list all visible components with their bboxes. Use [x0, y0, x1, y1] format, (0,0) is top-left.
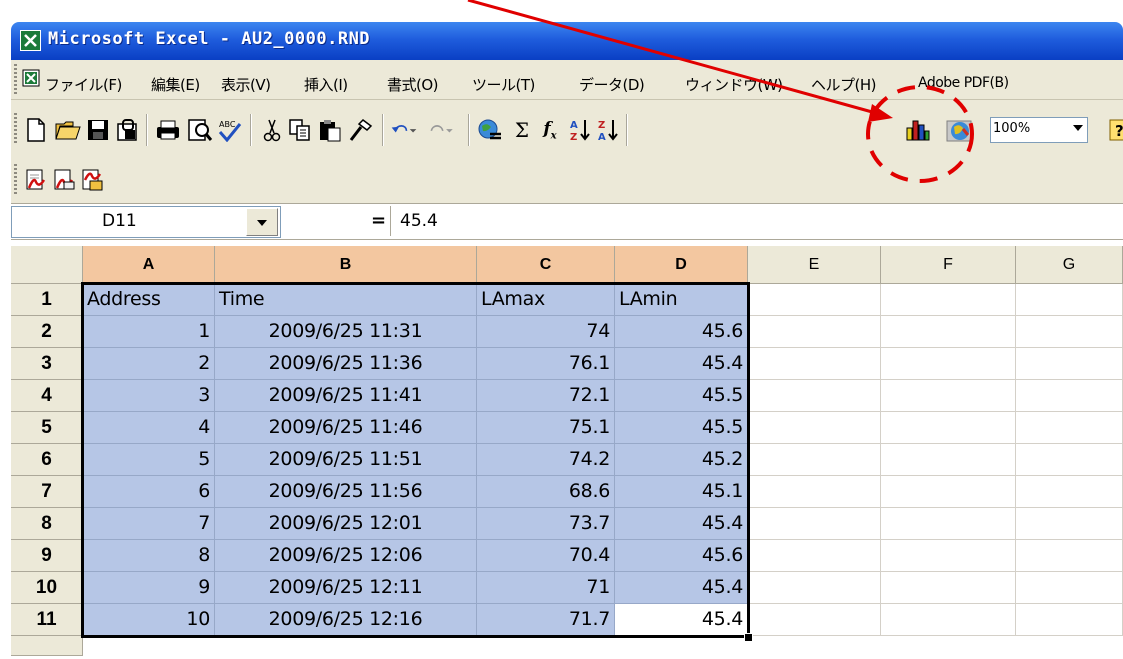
annotation-dashed-circle: [866, 85, 974, 183]
annotation-overlay: [467, 0, 974, 183]
annotation-arrow-line: [467, 0, 884, 117]
annotation-arrowhead: [868, 104, 893, 122]
